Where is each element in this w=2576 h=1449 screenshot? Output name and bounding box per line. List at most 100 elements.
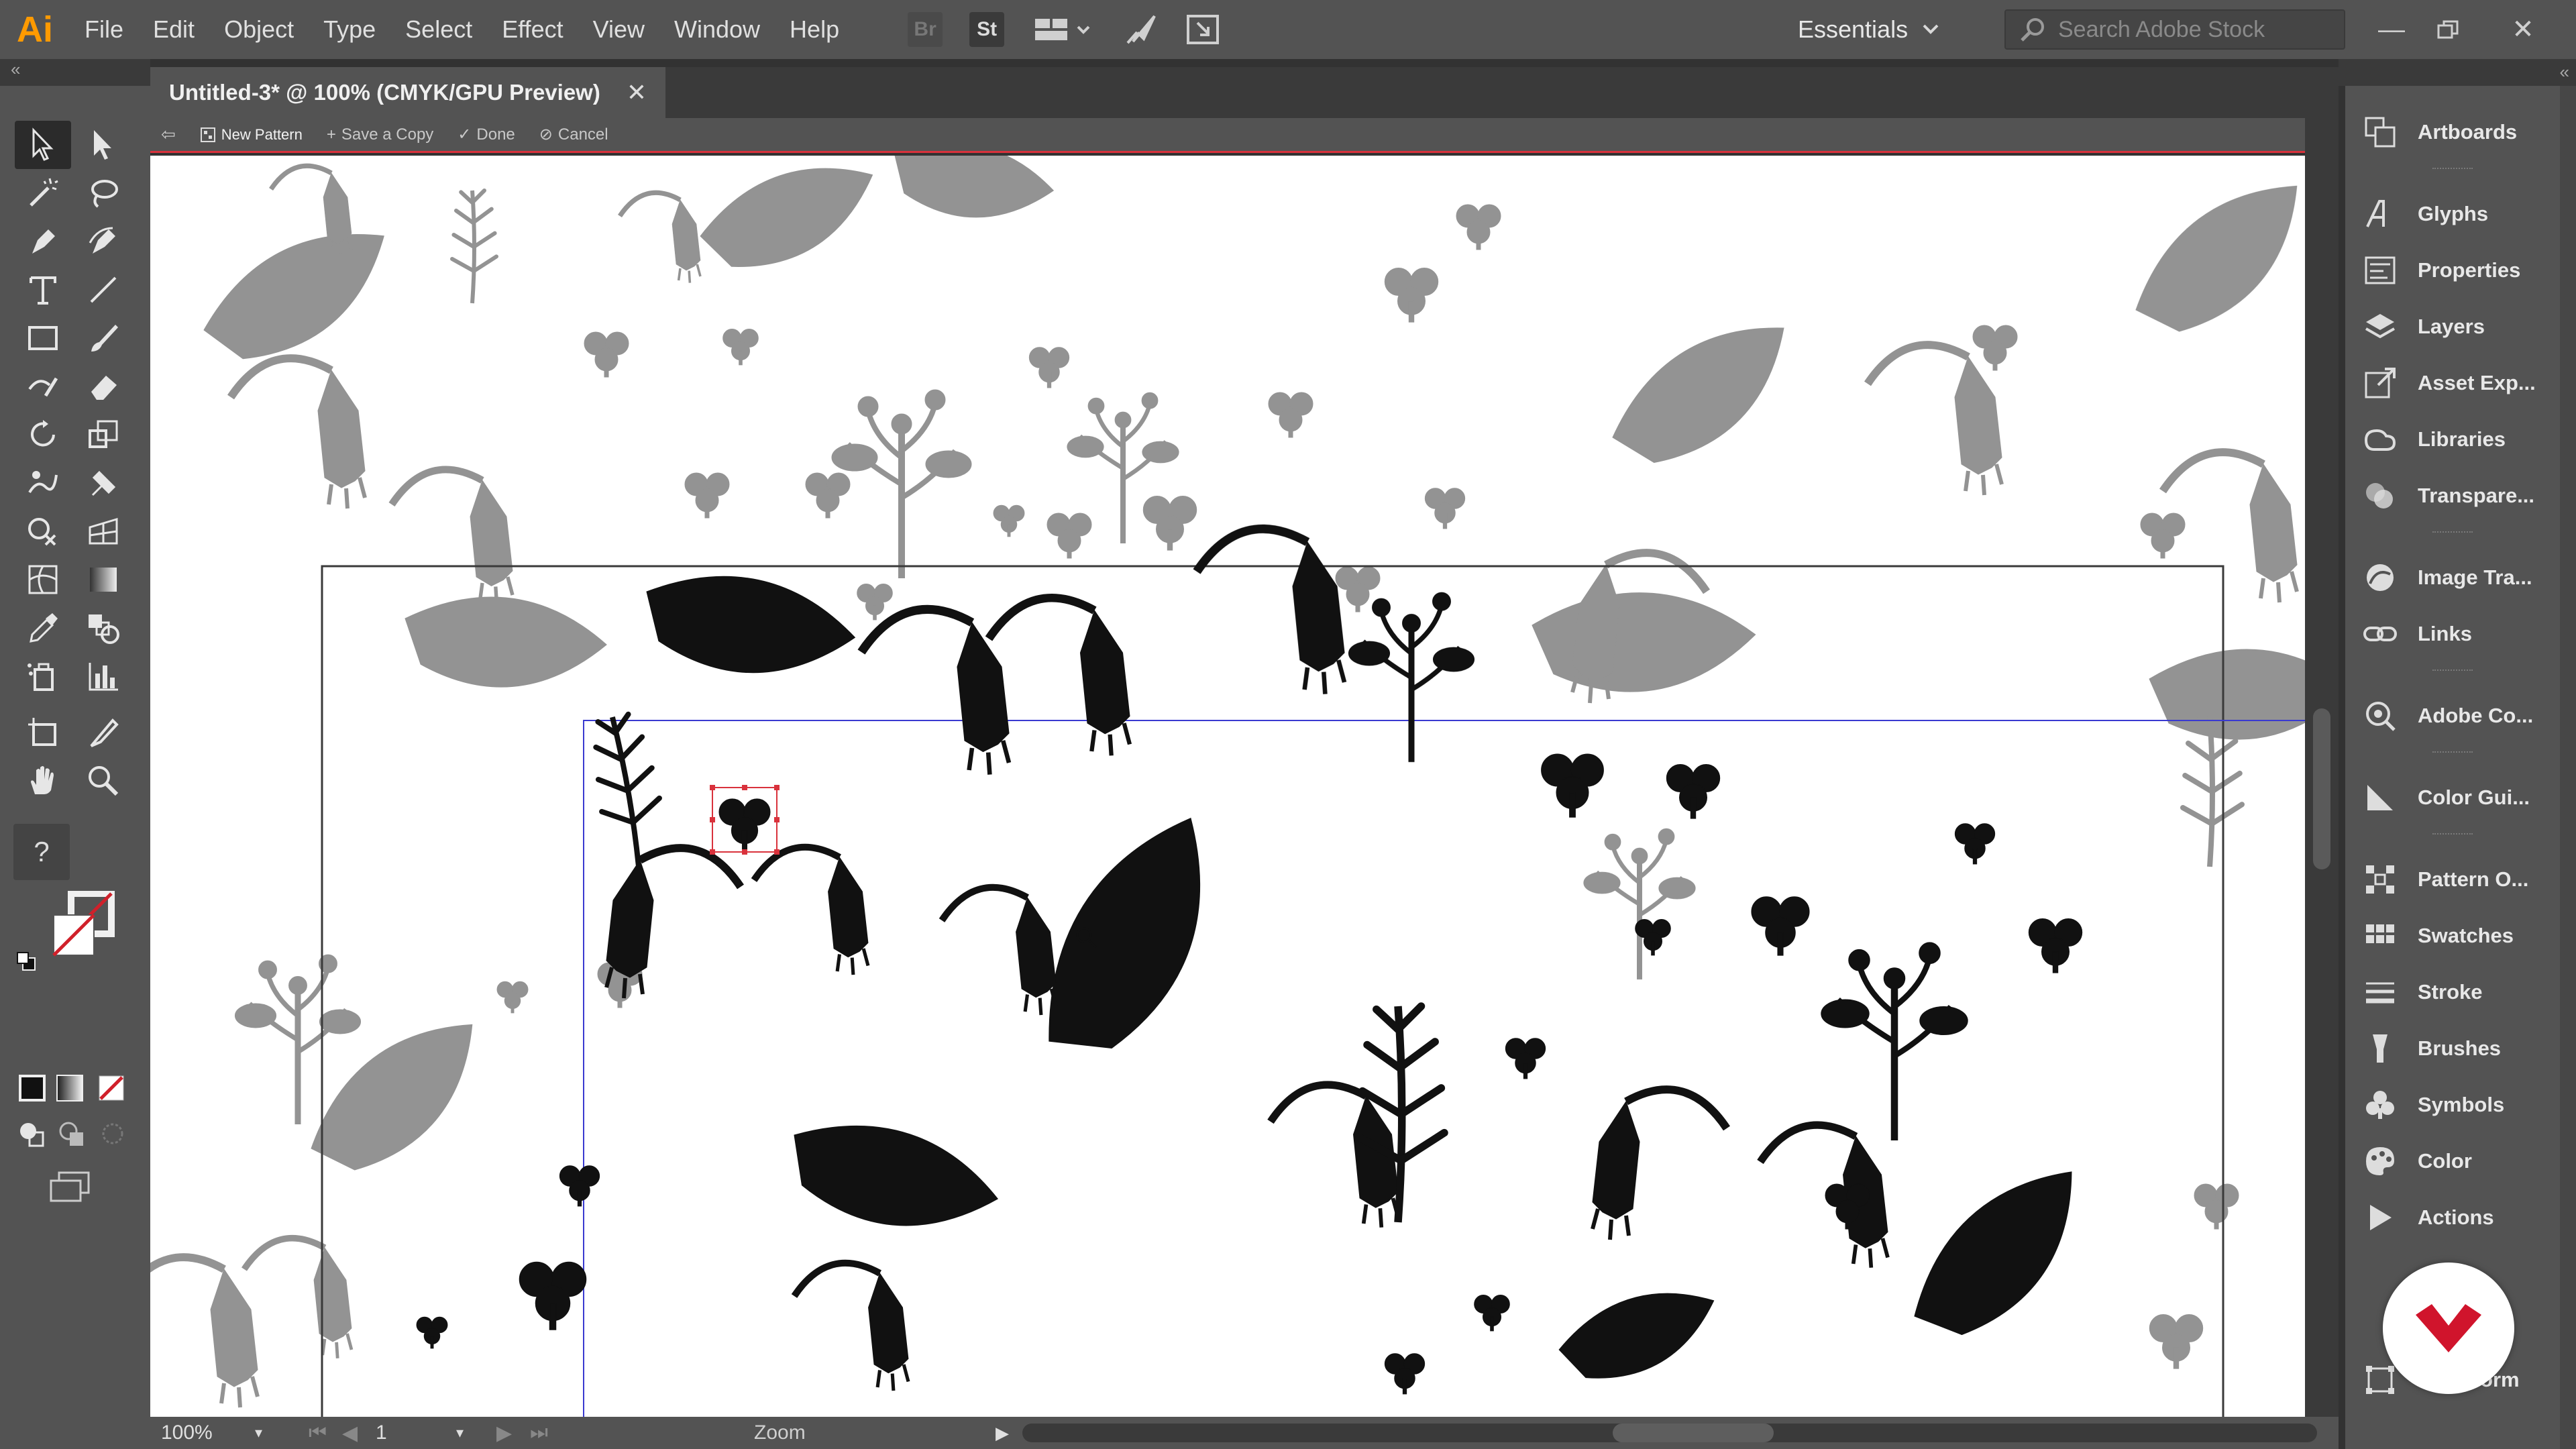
panel-image-trace[interactable]: Image Tra... xyxy=(2345,550,2560,605)
gradient-tool[interactable] xyxy=(75,555,131,604)
search-input[interactable] xyxy=(2057,15,2341,44)
panel-transparency[interactable]: Transpare... xyxy=(2345,468,2560,523)
prev-artboard-icon[interactable]: ◀ xyxy=(342,1421,376,1445)
type-tool[interactable] xyxy=(15,266,71,314)
paintbrush-tool[interactable] xyxy=(75,314,131,362)
default-colors-button[interactable] xyxy=(16,951,36,971)
first-artboard-icon[interactable]: ⏮ xyxy=(309,1421,342,1444)
menu-object[interactable]: Object xyxy=(209,0,309,59)
scroll-thumb[interactable] xyxy=(2313,708,2330,869)
artboard-number-field[interactable]: 1 xyxy=(376,1421,456,1444)
curvature-tool[interactable] xyxy=(75,217,131,266)
screen-mode-button[interactable] xyxy=(47,1170,94,1203)
fill-stroke-control[interactable] xyxy=(51,890,118,958)
close-window-button[interactable]: ✕ xyxy=(2493,0,2553,59)
color-mode-button[interactable] xyxy=(19,1075,46,1102)
shape-builder-tool[interactable] xyxy=(15,507,71,555)
draw-behind-button[interactable] xyxy=(58,1119,87,1148)
next-artboard-icon[interactable]: ▶ xyxy=(496,1421,530,1445)
panel-asset-export[interactable]: Asset Exp... xyxy=(2345,356,2560,411)
gpu-performance-button[interactable] xyxy=(1120,8,1163,51)
menu-file[interactable]: File xyxy=(70,0,138,59)
zoom-dropdown-icon[interactable]: ▾ xyxy=(255,1424,309,1442)
maximize-button[interactable] xyxy=(2418,0,2478,59)
web-search-button[interactable] xyxy=(1181,8,1224,51)
horizontal-scroll-thumb[interactable] xyxy=(1613,1424,1774,1442)
save-copy-button[interactable]: + Save a Copy xyxy=(327,125,433,144)
menu-help[interactable]: Help xyxy=(775,0,854,59)
rotate-tool[interactable] xyxy=(15,411,71,459)
hand-tool[interactable] xyxy=(15,757,71,805)
bridge-button[interactable]: Br xyxy=(904,8,947,51)
menu-view[interactable]: View xyxy=(578,0,659,59)
draw-inside-button[interactable] xyxy=(98,1119,127,1148)
panel-symbols[interactable]: Symbols xyxy=(2345,1077,2560,1132)
slice-tool[interactable] xyxy=(75,708,131,757)
done-button[interactable]: ✓ Done xyxy=(458,125,515,144)
vertical-scrollbar[interactable] xyxy=(2305,118,2339,1417)
panel-stroke[interactable]: Stroke xyxy=(2345,965,2560,1020)
close-tab-icon[interactable]: ✕ xyxy=(627,78,647,107)
panel-glyphs[interactable]: Glyphs xyxy=(2345,186,2560,241)
panel-color-guide[interactable]: Color Gui... xyxy=(2345,770,2560,825)
menu-window[interactable]: Window xyxy=(659,0,775,59)
arrange-documents-button[interactable] xyxy=(1027,8,1101,51)
current-tool-status[interactable]: Zoom xyxy=(754,1421,806,1444)
panel-artboards[interactable]: Artboards xyxy=(2345,105,2560,160)
panel-color[interactable]: Color xyxy=(2345,1134,2560,1189)
puppet-warp-tool[interactable] xyxy=(15,459,71,507)
panel-pattern-options[interactable]: Pattern O... xyxy=(2345,852,2560,907)
menu-effect[interactable]: Effect xyxy=(487,0,578,59)
panel-brushes[interactable]: Brushes xyxy=(2345,1021,2560,1076)
panel-layers[interactable]: Layers xyxy=(2345,299,2560,354)
draw-normal-button[interactable] xyxy=(17,1119,47,1148)
mesh-tool[interactable] xyxy=(15,555,71,604)
eraser-tool[interactable] xyxy=(75,362,131,411)
selection-tool[interactable] xyxy=(15,121,71,169)
zoom-tool[interactable] xyxy=(75,757,131,805)
artboard-canvas[interactable] xyxy=(150,156,2305,1417)
zoom-level-field[interactable]: 100% xyxy=(150,1421,255,1444)
magic-wand-tool[interactable] xyxy=(15,169,71,217)
symbol-sprayer-tool[interactable] xyxy=(15,652,71,700)
pen-tool[interactable] xyxy=(15,217,71,266)
menu-type[interactable]: Type xyxy=(309,0,390,59)
last-artboard-icon[interactable]: ⏭ xyxy=(530,1421,564,1444)
lasso-tool[interactable] xyxy=(75,169,131,217)
toolbar-collapse[interactable]: « xyxy=(0,59,150,86)
panel-properties[interactable]: Properties xyxy=(2345,243,2560,298)
artboard-dropdown-icon[interactable]: ▾ xyxy=(456,1424,496,1442)
new-pattern-crumb[interactable]: New Pattern xyxy=(200,126,303,144)
cancel-button[interactable]: ⊘ Cancel xyxy=(539,125,608,144)
scale-tool[interactable] xyxy=(75,411,131,459)
document-tab[interactable]: Untitled-3* @ 100% (CMYK/GPU Preview) ✕ xyxy=(150,67,665,118)
status-menu-icon[interactable]: ▶ xyxy=(996,1423,1009,1444)
blend-tool[interactable] xyxy=(75,604,131,652)
menu-edit[interactable]: Edit xyxy=(138,0,209,59)
perspective-grid-tool[interactable] xyxy=(75,507,131,555)
horizontal-scrollbar[interactable] xyxy=(1022,1424,2317,1442)
panel-libraries[interactable]: Libraries xyxy=(2345,412,2560,467)
edit-toolbar-button[interactable]: ? xyxy=(13,824,70,880)
direct-selection-tool[interactable] xyxy=(75,121,131,169)
line-tool[interactable] xyxy=(75,266,131,314)
workspace-switcher[interactable]: Essentials xyxy=(1798,0,1940,59)
panel-actions[interactable]: Actions xyxy=(2345,1190,2560,1245)
none-mode-button[interactable] xyxy=(98,1075,125,1102)
gradient-mode-button[interactable] xyxy=(56,1075,83,1102)
panel-adobe-color[interactable]: Adobe Co... xyxy=(2345,688,2560,743)
panel-links[interactable]: Links xyxy=(2345,606,2560,661)
dock-collapse[interactable]: « xyxy=(2339,59,2576,86)
eyedropper-tool[interactable] xyxy=(15,604,71,652)
menu-select[interactable]: Select xyxy=(390,0,487,59)
column-graph-tool[interactable] xyxy=(75,652,131,700)
artboard-tool[interactable] xyxy=(15,708,71,757)
stock-search[interactable] xyxy=(2004,9,2345,50)
rectangle-tool[interactable] xyxy=(15,314,71,362)
panel-swatches[interactable]: Swatches xyxy=(2345,908,2560,963)
stock-button[interactable]: St xyxy=(965,8,1008,51)
free-transform-tool[interactable] xyxy=(75,459,131,507)
minimize-button[interactable]: — xyxy=(2361,0,2422,59)
shaper-tool[interactable] xyxy=(15,362,71,411)
dock-scrollbar[interactable] xyxy=(2560,86,2576,1449)
